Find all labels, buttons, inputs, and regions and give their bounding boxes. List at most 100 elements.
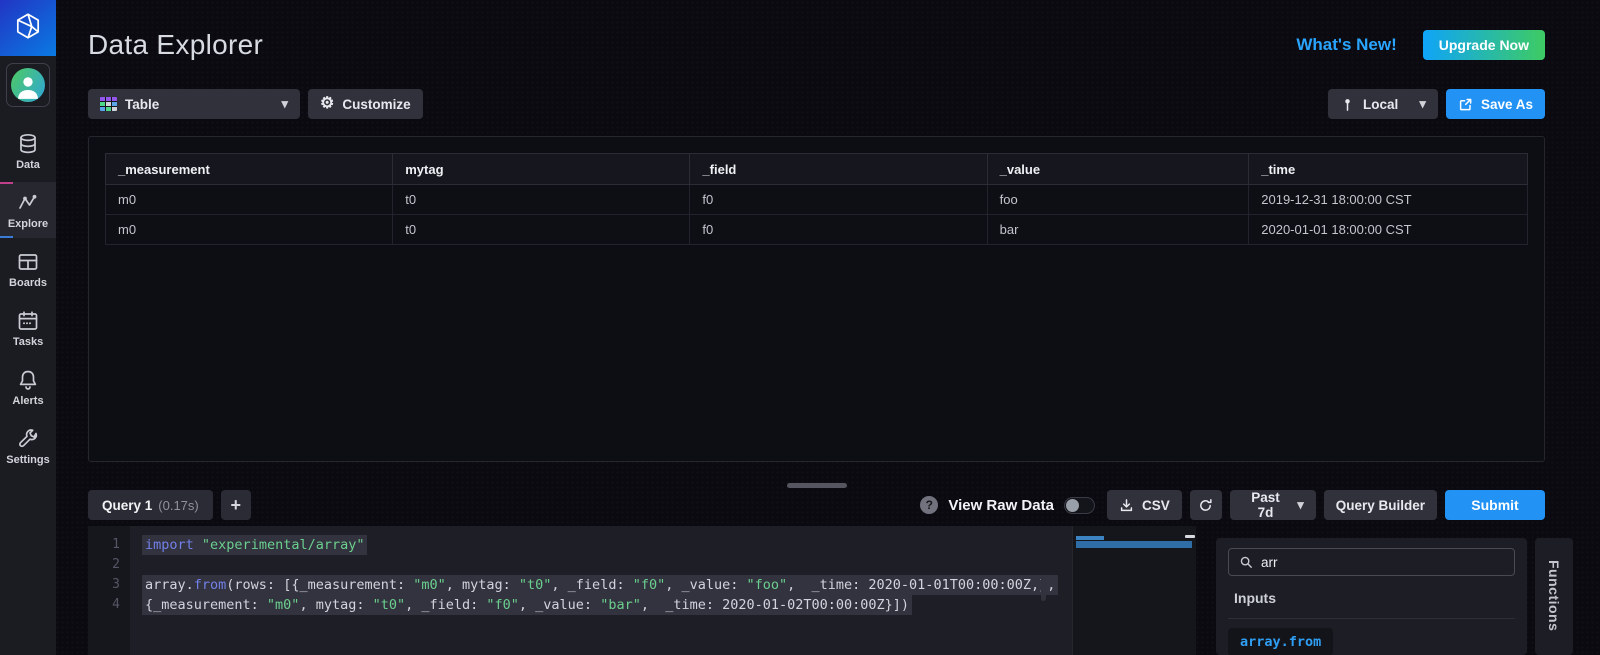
- table-cell: m0: [104, 214, 394, 245]
- save-as-label: Save As: [1480, 96, 1533, 112]
- app-root: Data Explore Boards Tasks Alerts Settings Dat…: [0, 0, 1600, 655]
- code-token: "t0": [372, 597, 406, 613]
- line-number-gutter: 1 2 3 4: [88, 526, 130, 655]
- page-header: Data Explorer What's New! Upgrade Now: [88, 24, 1545, 66]
- code-line[interactable]: array.from(rows: [{_measurement: "m0", m…: [142, 575, 1072, 595]
- table-cell: m0: [104, 184, 394, 215]
- table-header-row: _measurement mytag _field _value _time: [104, 153, 1528, 185]
- editor-minimap[interactable]: [1072, 526, 1196, 655]
- code-token: , _time: 2020-01-01T00:00:00Z,},: [787, 577, 1056, 593]
- sidebar-item-label: Alerts: [12, 395, 44, 407]
- code-area[interactable]: import "experimental/array" array.from(ro…: [130, 526, 1072, 655]
- code-token: , mytag:: [299, 597, 373, 613]
- flux-code-editor[interactable]: 1 2 3 4 import "experimental/array" array.fr…: [88, 526, 1196, 655]
- code-token: , _field:: [551, 577, 633, 593]
- sidebar-item-explore[interactable]: Explore: [0, 182, 56, 238]
- minimap-selection-bar: [1076, 541, 1192, 548]
- location-dropdown[interactable]: Local: [1327, 89, 1438, 119]
- code-token: {_measurement:: [145, 597, 267, 613]
- view-raw-data-label: View Raw Data: [948, 496, 1054, 514]
- sidebar-item-label: Settings: [6, 454, 50, 466]
- query-tab-label: Query 1: [102, 497, 153, 513]
- whats-new-link[interactable]: What's New!: [1296, 35, 1396, 55]
- code-token: "bar": [600, 597, 641, 613]
- code-line[interactable]: import "experimental/array": [142, 535, 1072, 555]
- header-actions: What's New! Upgrade Now: [1296, 30, 1545, 60]
- gear-icon: [320, 96, 334, 112]
- functions-collapse-tab[interactable]: Functions: [1535, 538, 1573, 655]
- minimap-scroll-tick: [1185, 535, 1195, 538]
- query-builder-label: Query Builder: [1335, 497, 1425, 513]
- visualization-toolbar: Table Customize Local: [88, 89, 1545, 119]
- table-cell: bar: [986, 214, 1250, 245]
- save-as-button[interactable]: Save As: [1445, 89, 1545, 119]
- chevron-down-icon: [1419, 96, 1426, 112]
- refresh-button[interactable]: [1189, 490, 1222, 520]
- toolbar-left: Table Customize: [88, 89, 423, 119]
- customize-button[interactable]: Customize: [308, 89, 423, 119]
- column-header: _measurement: [104, 153, 394, 185]
- help-icon[interactable]: ?: [920, 496, 939, 514]
- upgrade-now-button[interactable]: Upgrade Now: [1422, 30, 1545, 60]
- function-item-array-from[interactable]: array.from: [1228, 628, 1334, 655]
- time-range-dropdown[interactable]: Past 7d: [1229, 490, 1316, 520]
- query-tabs: Query 1 (0.17s) +: [88, 490, 251, 520]
- add-query-button[interactable]: +: [220, 490, 251, 520]
- code-token: , mytag:: [445, 577, 519, 593]
- sidebar-item-alerts[interactable]: Alerts: [0, 359, 56, 415]
- function-search-input[interactable]: [1261, 554, 1504, 570]
- code-token: "t0": [518, 577, 552, 593]
- calendar-icon: [16, 309, 40, 333]
- table-row: m0 t0 f0 bar 2020-01-01 18:00:00 CST: [104, 214, 1528, 245]
- code-token: "f0": [486, 597, 519, 613]
- table-body: m0 t0 f0 foo 2019-12-31 18:00:00 CST m0 t0 f0 ba…: [104, 184, 1528, 245]
- query-builder-button[interactable]: Query Builder: [1323, 490, 1437, 520]
- view-raw-data-toggle[interactable]: [1063, 496, 1095, 514]
- page-title: Data Explorer: [88, 29, 264, 60]
- sidebar-item-boards[interactable]: Boards: [0, 241, 56, 297]
- code-token: , _field:: [405, 597, 487, 613]
- code-token: , _value:: [518, 597, 601, 613]
- function-search-box[interactable]: [1228, 548, 1515, 576]
- influxdb-logo[interactable]: [0, 0, 56, 56]
- editor-scrollbar[interactable]: [1041, 577, 1046, 601]
- dashboard-grid-icon: [16, 250, 40, 274]
- location-label: Local: [1362, 96, 1399, 112]
- export-icon: [1459, 98, 1472, 110]
- drag-handle[interactable]: [786, 483, 847, 488]
- table-cell: foo: [986, 184, 1250, 215]
- minimap-selection-bar: [1076, 536, 1104, 540]
- sidebar-item-tasks[interactable]: Tasks: [0, 300, 56, 356]
- code-token: (rows: [{_measurement:: [226, 577, 414, 593]
- view-type-dropdown[interactable]: Table: [88, 89, 300, 119]
- csv-label: CSV: [1141, 497, 1170, 513]
- code-line[interactable]: [142, 555, 1072, 575]
- query-duration: (0.17s): [158, 497, 199, 513]
- pulse-graph-icon: [16, 191, 40, 215]
- csv-download-button[interactable]: CSV: [1106, 490, 1182, 520]
- search-icon: [1240, 556, 1252, 568]
- code-token: "m0": [413, 577, 446, 593]
- sidebar-item-settings[interactable]: Settings: [0, 418, 56, 474]
- sidebar-item-data[interactable]: Data: [0, 123, 56, 179]
- chevron-down-icon: [1297, 497, 1304, 513]
- view-type-label: Table: [125, 96, 160, 112]
- column-header: _time: [1248, 153, 1528, 185]
- influxdb-cube-icon: [13, 11, 43, 46]
- sidebar-item-label: Tasks: [12, 336, 44, 348]
- code-line[interactable]: {_measurement: "m0", mytag: "t0", _field…: [142, 595, 1072, 615]
- sidebar-item-label: Explore: [7, 218, 49, 230]
- code-token: from: [193, 577, 227, 593]
- user-avatar-button[interactable]: [6, 63, 50, 107]
- results-table-panel: _measurement mytag _field _value _time m0 t0 f…: [88, 136, 1545, 462]
- column-header: _field: [689, 153, 988, 185]
- panel-resizer: [88, 462, 1545, 488]
- code-line-text: {_measurement: "m0", mytag: "t0", _field…: [142, 595, 913, 615]
- query-tab[interactable]: Query 1 (0.17s): [88, 490, 213, 520]
- sidebar: Data Explore Boards Tasks Alerts Settings: [0, 0, 56, 655]
- results-table: _measurement mytag _field _value _time m0 t0 f…: [104, 153, 1528, 245]
- submit-button[interactable]: Submit: [1445, 490, 1545, 520]
- pin-icon: [1345, 98, 1350, 111]
- table-view-icon: [100, 97, 117, 111]
